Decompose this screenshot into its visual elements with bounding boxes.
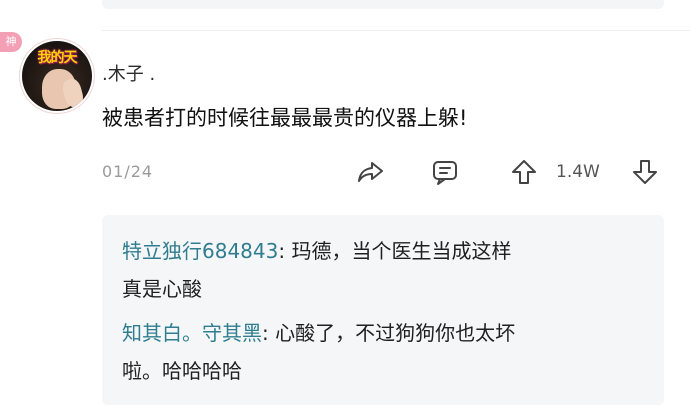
reply-separator: : xyxy=(278,239,286,263)
reply-text-continued: 真是心酸 xyxy=(122,277,202,301)
reply-text: 玛德，当个医生当成这样 xyxy=(291,239,512,263)
comment-username[interactable]: .木子 . xyxy=(102,63,155,87)
previous-comment-card xyxy=(102,0,664,9)
downvote-icon[interactable] xyxy=(630,157,660,187)
reply-text: 心酸了，不过狗狗你也太坏 xyxy=(275,321,516,345)
user-badge: 神 xyxy=(0,32,22,52)
divider xyxy=(102,30,690,31)
reply-item[interactable]: 特立独行684843: 玛德，当个医生当成这样 真是心酸 xyxy=(122,232,652,308)
reply-author[interactable]: 特立独行684843 xyxy=(122,239,278,263)
upvote-icon[interactable] xyxy=(509,157,539,187)
reply-text-continued: 啦。哈哈哈哈 xyxy=(122,359,242,383)
reply-bubble-icon[interactable] xyxy=(430,157,460,187)
reply-line-1: 知其白。守其黑: 心酸了，不过狗狗你也太坏 xyxy=(122,314,652,352)
share-icon[interactable] xyxy=(355,157,385,187)
avatar-sticker-text: 我的天 xyxy=(37,50,78,66)
comment-date: 01/24 xyxy=(102,162,154,181)
avatar[interactable]: 我的天 xyxy=(22,41,92,111)
reply-item[interactable]: 知其白。守其黑: 心酸了，不过狗狗你也太坏 啦。哈哈哈哈 xyxy=(122,314,652,390)
reply-separator: : xyxy=(262,321,269,345)
like-count: 1.4W xyxy=(556,162,600,182)
comment-text: 被患者打的时候往最最最贵的仪器上躲! xyxy=(102,106,468,130)
reply-author[interactable]: 知其白。守其黑 xyxy=(122,321,262,345)
reply-line-1: 特立独行684843: 玛德，当个医生当成这样 xyxy=(122,232,652,270)
